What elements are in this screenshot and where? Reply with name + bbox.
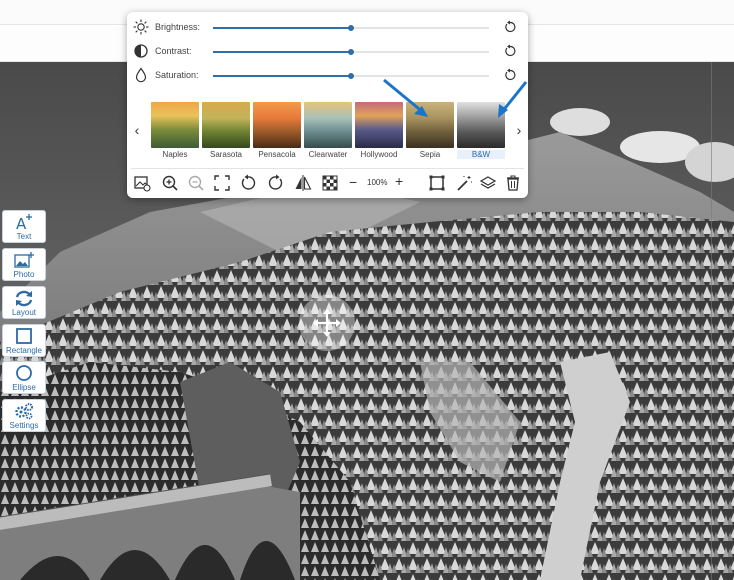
filter-label: Naples (162, 150, 188, 159)
saturation-slider-fill (213, 75, 351, 77)
toolbar-divider (131, 168, 524, 169)
transparency-icon[interactable] (321, 174, 339, 192)
ellipse-icon (3, 364, 45, 382)
filter-thumbnail (253, 102, 301, 148)
magic-wand-icon[interactable] (455, 174, 473, 192)
rotate-left-icon[interactable] (239, 174, 257, 192)
layers-icon[interactable] (479, 174, 497, 192)
flip-icon[interactable] (294, 174, 312, 192)
brightness-slider[interactable] (213, 25, 489, 31)
tool-photo-button[interactable]: Photo (2, 248, 46, 281)
move-arrows-icon (313, 309, 341, 337)
rotate-right-icon[interactable] (267, 174, 285, 192)
reset-contrast-icon[interactable] (503, 44, 517, 58)
image-settings-icon[interactable] (133, 174, 151, 192)
zoom-out-icon[interactable] (187, 174, 205, 192)
saturation-label: Saturation: (155, 70, 199, 80)
brightness-slider-fill (213, 27, 351, 29)
tool-settings-button[interactable]: Settings (2, 399, 46, 432)
contrast-slider-thumb[interactable] (348, 49, 354, 55)
adjust-row-brightness: Brightness: (127, 18, 528, 38)
filter-label: Sarasota (209, 150, 243, 159)
filter-label: Hollywood (360, 150, 398, 159)
tool-label: Rectangle (5, 346, 43, 355)
rectangle-icon (3, 327, 45, 345)
tool-layout-button[interactable]: Layout (2, 286, 46, 319)
settings-gears-icon (3, 402, 45, 420)
zoom-plus-button[interactable]: + (395, 173, 403, 189)
filter-thumbnail (202, 102, 250, 148)
tool-ellipse-button[interactable]: Ellipse (2, 361, 46, 394)
sun-icon (133, 19, 149, 35)
image-toolbar: − 100% + (127, 170, 528, 196)
contrast-label: Contrast: (155, 46, 192, 56)
zoom-minus-button[interactable]: − (349, 174, 357, 190)
zoom-value: 100% (367, 178, 388, 187)
saturation-slider-thumb[interactable] (348, 73, 354, 79)
filter-thumbnail (151, 102, 199, 148)
canvas-boundary-line (711, 62, 712, 580)
tool-label: Text (16, 232, 32, 241)
filter-label: B&W (457, 150, 505, 159)
tool-rectangle-button[interactable]: Rectangle (2, 324, 46, 357)
photo-add-icon (3, 251, 45, 269)
filter-option[interactable]: Sarasota (202, 102, 250, 159)
brightness-slider-thumb[interactable] (348, 25, 354, 31)
filters-prev-button[interactable]: ‹ (130, 120, 144, 140)
svg-text:A: A (16, 215, 27, 231)
tool-text-button[interactable]: A Text (2, 210, 46, 243)
zoom-in-icon[interactable] (161, 174, 179, 192)
filter-label: Pensacola (258, 150, 296, 159)
brightness-label: Brightness: (155, 22, 201, 32)
filter-label: Sepia (419, 150, 441, 159)
text-add-icon: A (3, 213, 45, 231)
contrast-icon (133, 43, 149, 59)
filter-option[interactable]: Naples (151, 102, 199, 159)
move-handle[interactable] (299, 295, 355, 351)
reset-brightness-icon[interactable] (503, 20, 517, 34)
adjust-row-contrast: Contrast: (127, 42, 528, 62)
filter-option[interactable]: Clearwater (304, 102, 352, 159)
droplet-icon (133, 67, 149, 83)
trash-icon[interactable] (504, 174, 522, 192)
tool-label: Layout (11, 308, 37, 317)
crop-frame-icon[interactable] (428, 174, 446, 192)
tool-label: Photo (13, 270, 35, 279)
contrast-slider-fill (213, 51, 351, 53)
filter-option[interactable]: Pensacola (253, 102, 301, 159)
tool-label: Ellipse (12, 383, 36, 392)
contrast-slider[interactable] (213, 49, 489, 55)
filter-thumbnail (304, 102, 352, 148)
fit-screen-icon[interactable] (213, 174, 231, 192)
filter-label: Clearwater (308, 150, 348, 159)
annotation-arrows (383, 78, 528, 118)
layout-refresh-icon (3, 289, 45, 307)
tool-label: Settings (9, 421, 39, 430)
